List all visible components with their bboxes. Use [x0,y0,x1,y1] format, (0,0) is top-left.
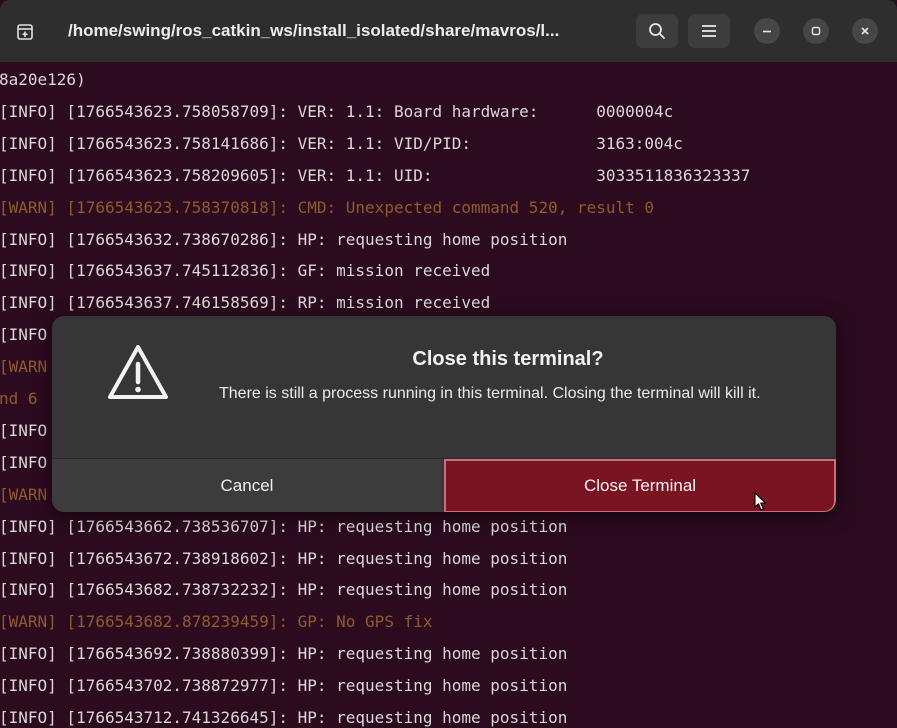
terminal-line: [INFO] [1766543632.738670286]: HP: reque… [0,229,568,249]
dialog-button-row: Cancel Close Terminal [52,458,836,512]
terminal-line: [INFO [0,325,48,345]
close-terminal-dialog: Close this terminal? There is still a pr… [52,316,836,512]
terminal-line: [WARN [0,484,48,504]
terminal-line: 8a20e126) [0,70,86,89]
terminal-line: [INFO] [1766543672.738918602]: HP: reque… [0,548,568,568]
terminal-line: [INFO] [1766543702.738872977]: HP: reque… [0,676,568,696]
hamburger-menu-icon [702,25,716,37]
search-icon [649,23,665,39]
terminal-line: [INFO] [1766543692.738880399]: HP: reque… [0,644,568,664]
minimize-button[interactable] [754,18,780,44]
terminal-line: [INFO] [1766543662.738536707]: HP: reque… [0,516,568,536]
terminal-line: [INFO] [1766543637.745112836]: GF: missi… [0,261,491,281]
new-tab-button[interactable] [6,17,44,47]
search-button[interactable] [636,14,678,48]
maximize-icon [811,26,821,36]
terminal-line: [INFO] [1766543637.746158569]: RP: missi… [0,293,491,313]
new-tab-icon [17,24,33,40]
warning-triangle-icon [108,345,168,399]
terminal-line: [INFO] [1766543623.758058709]: VER: 1.1:… [0,101,674,121]
title-bar: /home/swing/ros_catkin_ws/install_isolat… [0,0,897,62]
terminal-line: [INFO [0,420,48,440]
dialog-message: There is still a process running in this… [219,385,761,402]
close-terminal-button[interactable]: Close Terminal [444,459,836,512]
terminal-line: [WARN] [1766543623.758370818]: CMD: Unex… [0,197,655,217]
dialog-title: Close this terminal? [412,348,604,370]
close-icon [861,27,869,35]
close-window-button[interactable] [852,18,878,44]
terminal-line: [WARN] [1766543682.878239459]: GP: No GP… [0,612,433,632]
maximize-button[interactable] [803,18,829,44]
minimize-icon [763,30,771,33]
terminal-line: [INFO] [1766543623.758209605]: VER: 1.1:… [0,165,751,185]
terminal-line: [INFO] [1766543623.758141686]: VER: 1.1:… [0,133,683,153]
window-title: /home/swing/ros_catkin_ws/install_isolat… [68,21,560,40]
terminal-line: [INFO] [1766543712.741326645]: HP: reque… [0,708,568,727]
menu-button[interactable] [688,14,730,48]
cancel-button[interactable]: Cancel [52,459,442,512]
mouse-pointer-icon [754,492,767,511]
terminal-line: [INFO] [1766543682.738732232]: HP: reque… [0,580,568,600]
terminal-line: nd 6 [0,389,38,408]
terminal-line: [INFO [0,452,48,472]
